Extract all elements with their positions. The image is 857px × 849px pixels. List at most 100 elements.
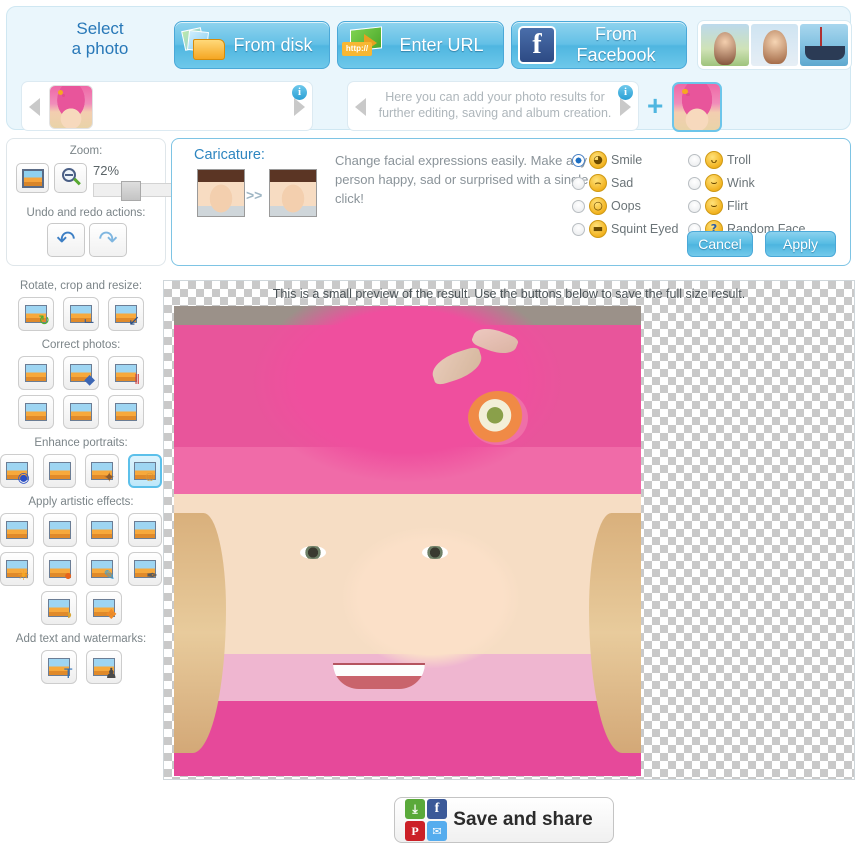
source-strip-prev-arrow-icon[interactable] (29, 98, 40, 116)
zoom-slider-handle[interactable] (121, 181, 141, 201)
from-disk-button[interactable]: From disk (174, 21, 330, 69)
crop-tool[interactable]: ⌙ (63, 297, 99, 331)
pencil-badge-icon: ✎ (103, 567, 116, 583)
sharpen-icon (70, 403, 92, 421)
mosaic-badge-icon: ❖ (104, 606, 118, 622)
caricature-option-sad[interactable]: ⌢ Sad (572, 174, 688, 192)
sidebar-tool-row: ◉ ✦ ☺ (0, 454, 162, 488)
rainbow-tool[interactable] (85, 513, 120, 547)
sidebar-tool-row: ↻ ⌙ ↙ (0, 297, 162, 331)
sample-thumb-woman[interactable] (701, 24, 749, 66)
resize-tool[interactable]: ↙ (108, 297, 144, 331)
charcoal-tool[interactable]: ✒ (128, 552, 162, 586)
night-effect-icon (134, 521, 157, 539)
caricature-tool[interactable]: ☺ (128, 454, 162, 488)
vignette-icon (5, 521, 28, 539)
radio-smile[interactable] (572, 153, 585, 167)
radio-flirt[interactable] (688, 199, 701, 213)
zoom-out-button[interactable] (54, 163, 87, 193)
save-share-icons: ⤓ f P ✉ (405, 799, 447, 841)
caricature-option-oops[interactable]: ○ Oops (572, 197, 688, 215)
vignette-tool[interactable] (0, 513, 34, 547)
sidebar-group-caption: Correct photos: (41, 339, 121, 351)
caricature-option-troll-label: Troll (727, 153, 751, 167)
sun-flare-tool[interactable]: ☀ (0, 552, 34, 586)
fit-to-screen-button[interactable] (16, 163, 49, 193)
twitter-share-icon[interactable]: ✉ (427, 821, 447, 841)
caricature-option-wink[interactable]: ⌣ Wink (688, 174, 755, 192)
result-photo-thumbnail[interactable] (672, 82, 722, 132)
red-eye-tool[interactable]: ◉ (0, 454, 34, 488)
source-strip-next-arrow-icon[interactable] (294, 98, 305, 116)
pencil-tool[interactable]: ✎ (85, 552, 120, 586)
source-photos-strip[interactable]: i (21, 81, 313, 131)
paint-tool[interactable]: ◑ (40, 591, 77, 625)
enter-url-label: Enter URL (399, 34, 484, 55)
watermark-tool[interactable]: ♟ (85, 650, 122, 684)
radio-troll[interactable] (688, 153, 701, 167)
fire-tool[interactable]: ● (42, 552, 77, 586)
preview-note: This is a small preview of the result. U… (272, 287, 746, 301)
smile-face-icon: ◕ (589, 151, 607, 169)
night-effect-tool[interactable] (128, 513, 162, 547)
sample-photos-strip[interactable] (697, 20, 852, 70)
caricature-option-flirt[interactable]: ⌣ Flirt (688, 197, 748, 215)
undo-button[interactable]: ↶ (47, 223, 85, 257)
select-photo-label-line2: a photo (71, 39, 129, 58)
makeup-tool[interactable]: ✦ (85, 454, 120, 488)
result-strip-hint: Here you can add your photo results for … (378, 90, 612, 120)
skin-retouch-icon (48, 462, 71, 480)
perspective-tool[interactable]: ◆ (63, 356, 99, 390)
save-and-share-button[interactable]: ⤓ f P ✉ Save and share (394, 797, 614, 843)
skin-retouch-tool[interactable] (42, 454, 77, 488)
cancel-button[interactable]: Cancel (687, 231, 753, 257)
sharpen-tool[interactable] (63, 395, 99, 429)
radio-sad[interactable] (572, 176, 585, 190)
zoom-and-history-panel: Zoom: 72% Undo and redo actions: ↶ ↷ (6, 138, 175, 266)
facebook-share-icon[interactable]: f (427, 799, 447, 819)
pinterest-share-icon[interactable]: P (405, 821, 425, 841)
add-photo-plus-icon[interactable]: + (647, 92, 663, 120)
rotate-tool[interactable]: ↻ (18, 297, 54, 331)
oops-face-icon: ○ (589, 197, 607, 215)
from-facebook-button[interactable]: f From Facebook (511, 21, 687, 69)
zoom-slider[interactable] (93, 181, 175, 201)
select-photo-panel: Select a photo From disk http:// Enter U… (6, 6, 852, 132)
paint-badge-icon: ◑ (64, 606, 73, 622)
apply-button[interactable]: Apply (765, 231, 836, 257)
color-correct-tool[interactable] (18, 356, 54, 390)
saturation-tool[interactable] (18, 395, 54, 429)
caricature-option-squint-eyed[interactable]: ▬ Squint Eyed (572, 220, 688, 238)
zoom-out-icon (61, 168, 81, 188)
caricature-option-wink-label: Wink (727, 176, 755, 190)
enter-url-button[interactable]: http:// Enter URL (337, 21, 504, 69)
source-photo-thumbnail[interactable] (49, 85, 93, 129)
radio-wink[interactable] (688, 176, 701, 190)
radio-squint-eyed[interactable] (572, 222, 585, 236)
temperature-tool[interactable]: ‖ (108, 356, 144, 390)
caricature-option-troll[interactable]: ᴗ Troll (688, 151, 751, 169)
result-strip-next-arrow-icon[interactable] (620, 98, 631, 116)
result-strip-prev-arrow-icon[interactable] (355, 98, 366, 116)
sidebar-tool-row: ☀ ● ✎ ✒ (0, 552, 162, 586)
caricature-options-group: ◕ Smile ᴗ Troll ⌢ Sad ⌣ Wink ○ Oops ⌣ Fl… (572, 149, 842, 241)
sepia-tool[interactable] (42, 513, 77, 547)
caricature-panel: Caricature: >> Change facial expressions… (171, 138, 851, 266)
add-text-tool[interactable]: T (40, 650, 77, 684)
sample-thumb-boat[interactable] (800, 24, 849, 66)
wink-face-icon: ⌣ (705, 174, 723, 192)
source-strip-info-icon[interactable]: i (292, 85, 307, 100)
radio-oops[interactable] (572, 199, 585, 213)
caricature-option-smile[interactable]: ◕ Smile (572, 151, 688, 169)
result-photos-strip[interactable]: i Here you can add your photo results fo… (347, 81, 639, 131)
caricature-option-sad-label: Sad (611, 176, 634, 190)
undo-redo-caption: Undo and redo actions: (26, 207, 146, 219)
download-icon[interactable]: ⤓ (405, 799, 425, 819)
add-text-badge-icon: T (63, 665, 73, 681)
caricature-option-oops-label: Oops (611, 199, 641, 213)
sample-thumb-man[interactable] (750, 24, 799, 66)
noise-remove-tool[interactable] (108, 395, 144, 429)
mosaic-tool[interactable]: ❖ (85, 591, 122, 625)
redo-button[interactable]: ↷ (89, 223, 127, 257)
result-strip-info-icon[interactable]: i (618, 85, 633, 100)
